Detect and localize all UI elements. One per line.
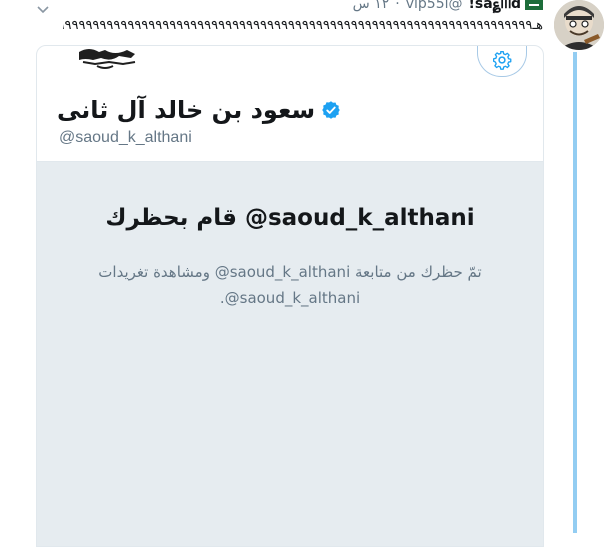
blocked-description-line1: تمّ حظرك من متابعة ‎@saoud_k_althani‏ وم… — [98, 263, 482, 281]
tweet-timestamp[interactable]: ١٢ س — [353, 0, 390, 12]
blocked-description-line2: ‎@saoud_k_althani‏. — [219, 289, 361, 307]
settings-button[interactable] — [477, 46, 527, 77]
chevron-down-icon[interactable] — [36, 0, 50, 14]
tweet-header: sa؏ᗰd! @vip55i · ١٢ س — [353, 0, 543, 13]
tweet-text: هـ ٩٩٩٩٩٩٩٩٩٩٩٩٩٩٩٩٩٩٩٩٩٩٩٩٩٩٩٩٩٩٩٩٩٩٩٩٩٩… — [63, 18, 543, 33]
thread-line — [573, 52, 577, 533]
tweet-author-handle[interactable]: @vip55i — [406, 0, 463, 12]
profile-card: سعود بن خالد آل ثانى @saoud_k_althani ‎@… — [36, 45, 544, 547]
blocked-notice-panel: ‎@saoud_k_althani‏ قام بحظرك تمّ حظرك من… — [37, 161, 543, 546]
blocked-title: ‎@saoud_k_althani‏ قام بحظرك — [105, 205, 475, 231]
profile-name-row: سعود بن خالد آل ثانى — [57, 96, 341, 124]
tweet-author-name[interactable]: sa؏ᗰd! — [468, 0, 521, 12]
verified-badge-icon — [321, 100, 341, 120]
gear-icon — [493, 51, 512, 70]
avatar[interactable] — [554, 0, 604, 50]
blocked-description: تمّ حظرك من متابعة ‎@saoud_k_althani‏ وم… — [67, 259, 513, 311]
profile-name[interactable]: سعود بن خالد آل ثانى — [57, 96, 315, 124]
tweet-separator: · — [395, 0, 400, 12]
profile-banner-logo — [75, 46, 143, 72]
profile-handle[interactable]: @saoud_k_althani — [59, 129, 192, 147]
saudi-flag-icon — [525, 0, 543, 10]
